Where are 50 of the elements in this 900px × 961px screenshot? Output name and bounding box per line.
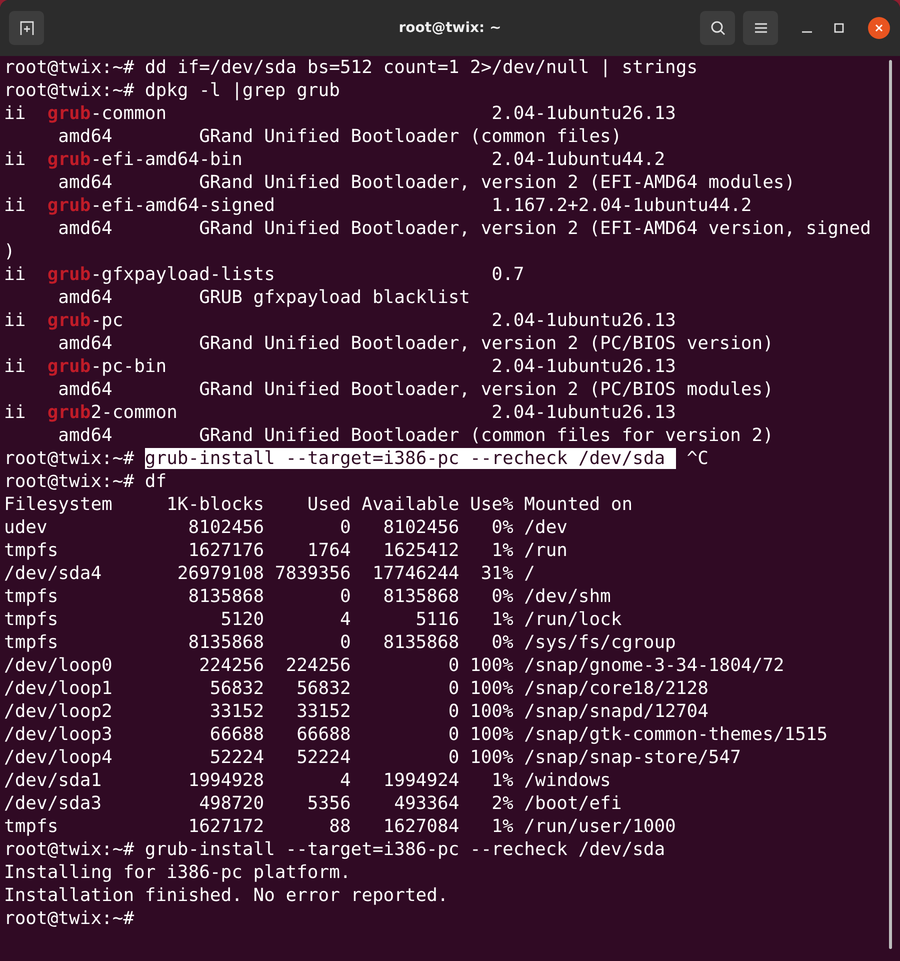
maximize-icon <box>834 23 844 33</box>
close-button[interactable] <box>868 17 890 39</box>
terminal-line: /dev/loop4 52224 52224 0 100% /snap/snap-store/547 <box>4 746 741 769</box>
terminal-line: ) <box>4 240 15 263</box>
new-tab-icon <box>18 20 34 36</box>
terminal-line: tmpfs 8135868 0 8135868 0% /dev/shm <box>4 585 611 608</box>
terminal-line: amd64 GRand Unified Bootloader (common files for version 2) <box>57 424 774 447</box>
terminal-line: ii grub-gfxpayload-lists 0.7 <box>4 263 524 286</box>
search-button[interactable] <box>700 11 735 45</box>
terminal-line: /dev/loop2 33152 33152 0 100% /snap/snapd/12704 <box>4 700 708 723</box>
terminal-line: tmpfs 5120 4 5116 1% /run/lock <box>4 608 622 631</box>
search-icon <box>710 20 726 36</box>
terminal-line: tmpfs 1627176 1764 1625412 1% /run <box>4 539 568 562</box>
new-tab-button[interactable] <box>9 11 44 45</box>
menu-icon <box>754 22 768 34</box>
terminal-line: /dev/loop3 66688 66688 0 100% /snap/gtk-common-themes/1515 <box>4 723 828 746</box>
scrollbar[interactable] <box>889 60 892 949</box>
terminal-line: /dev/loop0 224256 224256 0 100% /snap/gnome-3-34-1804/72 <box>4 654 784 677</box>
terminal-line: root@twix:~# <box>4 907 136 930</box>
terminal-line: amd64 GRUB gfxpayload blacklist <box>57 286 470 309</box>
terminal-line: /dev/sda3 498720 5356 493364 2% /boot/efi <box>4 792 622 815</box>
terminal-line: Filesystem 1K-blocks Used Available Use% Mounted on <box>4 493 633 516</box>
terminal-line: udev 8102456 0 8102456 0% /dev <box>4 516 568 539</box>
terminal-line: amd64 GRand Unified Bootloader, version 2 (PC/BIOS version) <box>57 332 774 355</box>
terminal-line: ii grub-pc-bin 2.04-1ubuntu26.13 <box>4 355 676 378</box>
terminal-line: ii grub2-common 2.04-1ubuntu26.13 <box>4 401 676 424</box>
terminal-line: tmpfs 8135868 0 8135868 0% /sys/fs/cgroup <box>4 631 676 654</box>
terminal-line: amd64 GRand Unified Bootloader, version 2 (EFI-AMD64 version, signed <box>57 217 871 240</box>
terminal-line: amd64 GRand Unified Bootloader, version 2 (PC/BIOS modules) <box>57 378 774 401</box>
minimize-icon <box>802 31 812 33</box>
terminal-line: root@twix:~# dpkg -l |grep grub <box>4 79 340 102</box>
terminal-line: ii grub-common 2.04-1ubuntu26.13 <box>4 102 676 125</box>
terminal-line: Installing for i386-pc platform. <box>4 861 351 884</box>
menu-button[interactable] <box>743 11 778 45</box>
terminal-line: root@twix:~# df <box>4 470 167 493</box>
terminal-line: /dev/sda1 1994928 4 1994924 1% /windows <box>4 769 611 792</box>
terminal-line: ii grub-pc 2.04-1ubuntu26.13 <box>4 309 676 332</box>
terminal-line: /dev/sda4 26979108 7839356 17746244 31% / <box>4 562 536 585</box>
close-icon <box>874 23 884 33</box>
terminal-line: ii grub-efi-amd64-signed 1.167.2+2.04-1ubuntu44.2 <box>4 194 752 217</box>
terminal-line: tmpfs 1627172 88 1627084 1% /run/user/1000 <box>4 815 676 838</box>
window-title: root@twix: ~ <box>398 20 502 36</box>
terminal-line: root@twix:~# grub-install --target=i386-pc --recheck /dev/sda <box>4 838 666 861</box>
terminal-line: Installation finished. No error reported. <box>4 884 448 907</box>
terminal-line: /dev/loop1 56832 56832 0 100% /snap/core18/2128 <box>4 677 708 700</box>
terminal-line: ii grub-efi-amd64-bin 2.04-1ubuntu44.2 <box>4 148 666 171</box>
terminal-line: root@twix:~# grub-install --target=i386-pc --recheck /dev/sda ^C <box>4 447 708 470</box>
terminal-line: root@twix:~# dd if=/dev/sda bs=512 count=1 2>/dev/null | strings <box>4 56 698 79</box>
terminal-line: amd64 GRand Unified Bootloader (common files) <box>57 125 622 148</box>
terminal-line: amd64 GRand Unified Bootloader, version 2 (EFI-AMD64 modules) <box>57 171 796 194</box>
